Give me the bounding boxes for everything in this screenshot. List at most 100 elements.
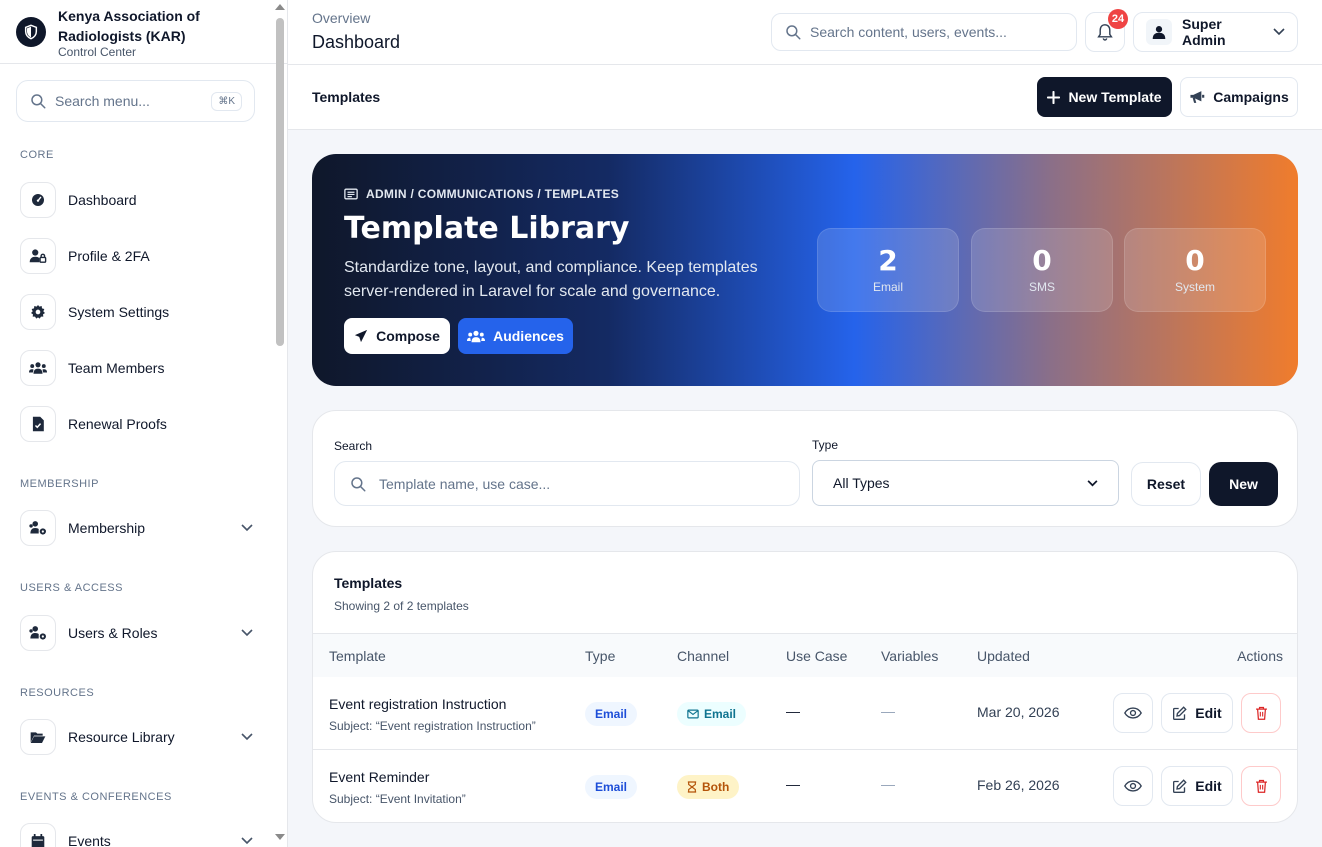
section-label-users-access: USERS & ACCESS xyxy=(20,582,123,594)
channel-badge: Both xyxy=(677,775,740,799)
table-row: Event Reminder Subject: “Event Invitatio… xyxy=(313,750,1297,822)
section-title: Templates xyxy=(312,89,381,105)
sidebar-item-team[interactable]: Team Members xyxy=(20,350,256,386)
section-label-membership: MEMBERSHIP xyxy=(20,478,99,490)
column-header-template: Template xyxy=(329,648,386,664)
channel-label: Both xyxy=(702,780,730,794)
column-header-actions: Actions xyxy=(1237,648,1283,664)
sidebar-item-profile[interactable]: Profile & 2FA xyxy=(20,238,256,274)
edit-button[interactable]: Edit xyxy=(1161,766,1233,806)
audiences-button[interactable]: Audiences xyxy=(458,318,573,354)
reset-button[interactable]: Reset xyxy=(1131,462,1201,506)
stat-label: Email xyxy=(872,280,903,294)
search-field-label: Search xyxy=(334,439,373,453)
notification-count-badge: 24 xyxy=(1108,9,1128,29)
sidebar-scrollbar-thumb[interactable] xyxy=(276,18,284,346)
delete-button[interactable] xyxy=(1241,766,1281,806)
breadcrumb[interactable]: Overview xyxy=(312,10,370,26)
table-subtitle: Showing 2 of 2 templates xyxy=(334,599,469,613)
eye-icon xyxy=(1124,707,1142,719)
chevron-down-icon xyxy=(1273,28,1285,36)
channel-label: Email xyxy=(704,707,737,721)
search-icon xyxy=(31,94,46,109)
chevron-down-icon xyxy=(238,624,256,642)
sidebar-item-resource-library[interactable]: Resource Library xyxy=(20,719,256,755)
global-search-input[interactable]: Search content, users, events... xyxy=(771,13,1077,51)
sidebar-item-label: Dashboard xyxy=(68,192,137,208)
plus-icon xyxy=(1047,90,1061,104)
sidebar-item-label: Profile & 2FA xyxy=(68,248,150,264)
file-check-icon xyxy=(20,406,56,442)
template-search-input[interactable]: Template name, use case... xyxy=(334,461,800,506)
paper-plane-icon xyxy=(354,329,368,343)
template-name: Event registration Instruction xyxy=(329,696,507,712)
variables-value: — xyxy=(881,703,895,719)
brand: Kenya Association of Radiologists (KAR) … xyxy=(0,0,287,64)
sidebar-search-placeholder: Search menu... xyxy=(55,93,150,109)
delete-button[interactable] xyxy=(1241,693,1281,733)
hourglass-icon xyxy=(687,781,697,793)
sidebar-item-settings[interactable]: System Settings xyxy=(20,294,256,330)
template-subject: Subject: “Event Invitation” xyxy=(329,792,466,806)
global-search-placeholder: Search content, users, events... xyxy=(810,24,1007,40)
hero-breadcrumb-text: ADMIN / COMMUNICATIONS / TEMPLATES xyxy=(366,187,620,201)
stat-label: SMS xyxy=(1028,280,1055,294)
search-icon xyxy=(786,25,801,40)
sidebar-item-events[interactable]: Events xyxy=(20,823,256,847)
campaigns-button[interactable]: Campaigns xyxy=(1180,77,1298,117)
view-button[interactable] xyxy=(1113,693,1153,733)
megaphone-icon xyxy=(1190,91,1205,103)
sidebar-item-membership[interactable]: Membership xyxy=(20,510,256,546)
calendar-icon xyxy=(20,823,56,847)
edit-label: Edit xyxy=(1195,778,1222,794)
chevron-down-icon xyxy=(238,519,256,537)
template-search-placeholder: Template name, use case... xyxy=(379,475,551,492)
template-subject: Subject: “Event registration Instruction… xyxy=(329,719,536,733)
user-lock-icon xyxy=(20,238,56,274)
folder-open-icon xyxy=(20,719,56,755)
eye-icon xyxy=(1124,780,1142,792)
filter-card: Search Template name, use case... Type A… xyxy=(312,410,1298,527)
shield-logo-icon xyxy=(16,17,46,47)
edit-button[interactable]: Edit xyxy=(1161,693,1233,733)
table-header: Template Type Channel Use Case Variables… xyxy=(313,633,1297,677)
sidebar-search-input[interactable]: Search menu... ⌘K xyxy=(16,80,255,122)
type-select-value: All Types xyxy=(833,475,890,491)
audiences-label: Audiences xyxy=(493,328,564,344)
compose-button[interactable]: Compose xyxy=(344,318,450,354)
new-template-button[interactable]: New Template xyxy=(1037,77,1172,117)
edit-icon xyxy=(1173,778,1187,793)
newspaper-icon xyxy=(344,188,358,200)
column-header-variables: Variables xyxy=(881,648,939,664)
sidebar-item-users-roles[interactable]: Users & Roles xyxy=(20,615,256,651)
section-label-core: CORE xyxy=(20,149,54,161)
user-name: Super Admin xyxy=(1182,16,1226,48)
sidebar-item-dashboard[interactable]: Dashboard xyxy=(20,182,256,218)
scroll-down-arrow-icon[interactable] xyxy=(275,834,285,840)
templates-table-card: Templates Showing 2 of 2 templates Templ… xyxy=(312,551,1298,823)
use-case-value: — xyxy=(786,703,800,719)
section-label-resources: RESOURCES xyxy=(20,687,95,699)
sidebar-item-label: Renewal Proofs xyxy=(68,416,167,432)
updated-date: Feb 26, 2026 xyxy=(977,777,1060,793)
user-menu-button[interactable]: Super Admin xyxy=(1133,12,1298,52)
sidebar-item-label: Team Members xyxy=(68,360,165,376)
edit-label: Edit xyxy=(1195,705,1222,721)
view-button[interactable] xyxy=(1113,766,1153,806)
sidebar-item-label: Resource Library xyxy=(68,729,175,745)
scroll-up-arrow-icon[interactable] xyxy=(275,4,285,10)
page-subheader: Templates New Template Campaigns xyxy=(288,65,1322,130)
stat-value: 0 xyxy=(1032,244,1052,277)
users-icon xyxy=(467,330,486,342)
sidebar-item-renewal[interactable]: Renewal Proofs xyxy=(20,406,256,442)
top-header: Overview Dashboard Search content, users… xyxy=(288,0,1322,65)
use-case-value: — xyxy=(786,776,800,792)
gear-icon xyxy=(20,294,56,330)
sidebar: Kenya Association of Radiologists (KAR) … xyxy=(0,0,288,847)
user-avatar-icon xyxy=(1146,19,1172,45)
hero-breadcrumb: ADMIN / COMMUNICATIONS / TEMPLATES xyxy=(344,187,619,201)
type-select[interactable]: All Types xyxy=(812,460,1119,506)
column-header-use-case: Use Case xyxy=(786,648,848,664)
hero-description: Standardize tone, layout, and compliance… xyxy=(344,259,758,300)
new-button[interactable]: New xyxy=(1209,462,1278,506)
